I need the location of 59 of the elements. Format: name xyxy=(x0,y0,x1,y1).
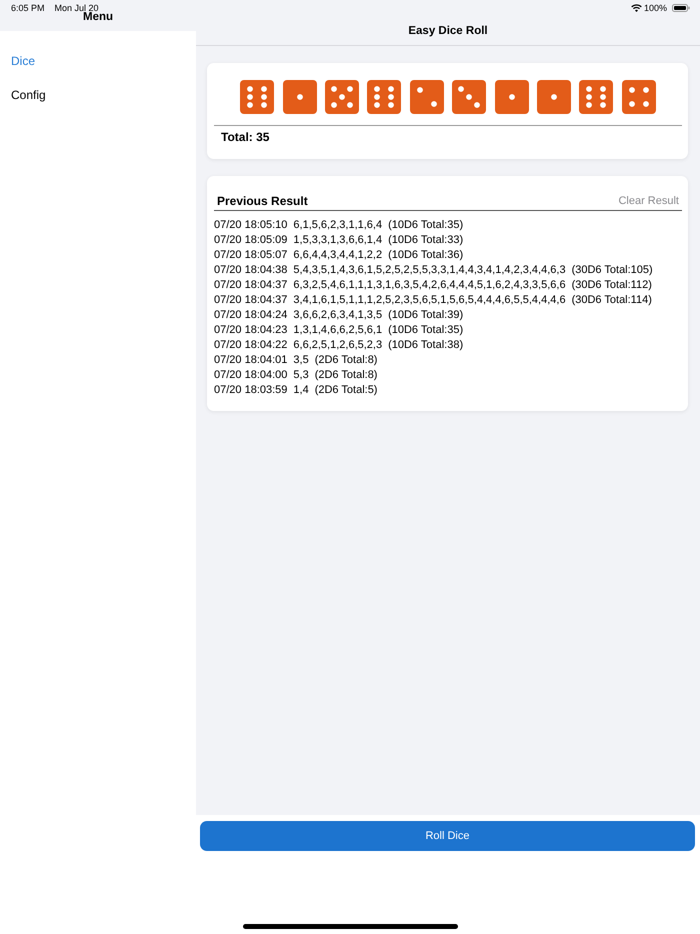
result-rolls: 5,4,3,5,1,4,3,6,1,5,2,5,2,5,5,3,3,1,4,4,3,4,1,4,2,3,4,4,6,3 xyxy=(293,262,566,278)
result-summary: (2D6 Total:8) xyxy=(314,352,378,368)
result-summary: (30D6 Total:112) xyxy=(572,278,652,292)
sidebar-title: Menu xyxy=(82,11,114,24)
result-summary: (2D6 Total:8) xyxy=(314,368,378,382)
result-rolls: 6,6,2,5,1,2,6,5,2,3 xyxy=(293,338,382,352)
result-rolls: 6,6,4,4,3,4,4,1,2,2 xyxy=(293,248,382,262)
result-time: 07/20 18:05:07 xyxy=(214,248,288,262)
result-time: 07/20 18:04:24 xyxy=(214,308,288,322)
result-summary: (2D6 Total:5) xyxy=(314,382,378,398)
die-icon xyxy=(494,80,529,114)
die-icon xyxy=(240,80,274,114)
result-summary: (10D6 Total:33) xyxy=(388,232,464,248)
result-rolls: 3,5 xyxy=(293,352,309,368)
result-time: 07/20 18:04:01 xyxy=(214,352,288,368)
result-time: 07/20 18:05:10 xyxy=(214,218,288,232)
battery-percent: 100% xyxy=(644,2,667,12)
result-rolls: 1,5,3,3,1,3,6,6,1,4 xyxy=(293,232,382,248)
result-rolls: 6,3,2,5,4,6,1,1,1,3,1,6,3,5,4,2,6,4,4,4,5,1,6,2,4,3,3,5,6,6 xyxy=(293,278,566,292)
result-rolls: 3,6,6,2,6,3,4,1,3,5 xyxy=(293,308,382,322)
screen-title: Easy Dice Roll xyxy=(408,25,488,38)
die-icon xyxy=(536,80,571,114)
die-icon xyxy=(622,80,656,114)
die-icon xyxy=(452,80,486,114)
wifi-icon xyxy=(630,4,642,12)
result-time: 07/20 18:03:59 xyxy=(214,382,288,398)
result-summary: (10D6 Total:35) xyxy=(388,322,464,338)
result-summary: (10D6 Total:38) xyxy=(388,338,464,352)
result-summary: (10D6 Total:35) xyxy=(388,218,464,232)
die-icon xyxy=(325,80,360,114)
die-icon xyxy=(367,80,402,114)
die-icon xyxy=(282,80,317,114)
result-rolls: 1,4 xyxy=(293,382,309,398)
die-icon xyxy=(579,80,614,114)
result-summary: (10D6 Total:39) xyxy=(388,308,464,322)
result-summary: (30D6 Total:105) xyxy=(572,262,653,278)
status-date: Mon Jul 20 xyxy=(54,2,99,12)
status-time: 6:05 PM xyxy=(11,2,45,12)
section-title: Previous Result xyxy=(217,194,308,208)
clear-result-button[interactable]: Clear Result xyxy=(618,194,679,208)
result-time: 07/20 18:04:37 xyxy=(214,278,288,292)
battery-icon xyxy=(672,4,690,12)
result-time: 07/20 18:04:23 xyxy=(214,322,288,338)
die-icon xyxy=(410,80,444,114)
result-rolls: 6,1,5,6,2,3,1,1,6,4 xyxy=(293,218,382,232)
result-summary: (30D6 Total:114) xyxy=(572,292,652,308)
result-rolls: 3,4,1,6,1,5,1,1,1,2,5,2,3,5,6,5,1,5,6,5,4,4,4,6,5,5,4,4,4,6 xyxy=(293,292,566,308)
result-time: 07/20 18:04:22 xyxy=(214,338,288,352)
result-rolls: 1,3,1,4,6,6,2,5,6,1 xyxy=(293,322,382,338)
total-label: Total: 35 xyxy=(221,130,270,144)
result-time: 07/20 18:04:38 xyxy=(214,262,288,278)
roll-dice-button[interactable]: Roll Dice xyxy=(200,821,695,851)
result-time: 07/20 18:05:09 xyxy=(214,232,288,248)
sidebar-item[interactable]: Config xyxy=(0,78,196,112)
sidebar-item[interactable]: Dice xyxy=(0,44,196,78)
result-time: 07/20 18:04:37 xyxy=(214,292,288,308)
result-rolls: 5,3 xyxy=(293,368,309,382)
result-time: 07/20 18:04:00 xyxy=(214,368,288,382)
result-summary: (10D6 Total:36) xyxy=(388,248,464,262)
